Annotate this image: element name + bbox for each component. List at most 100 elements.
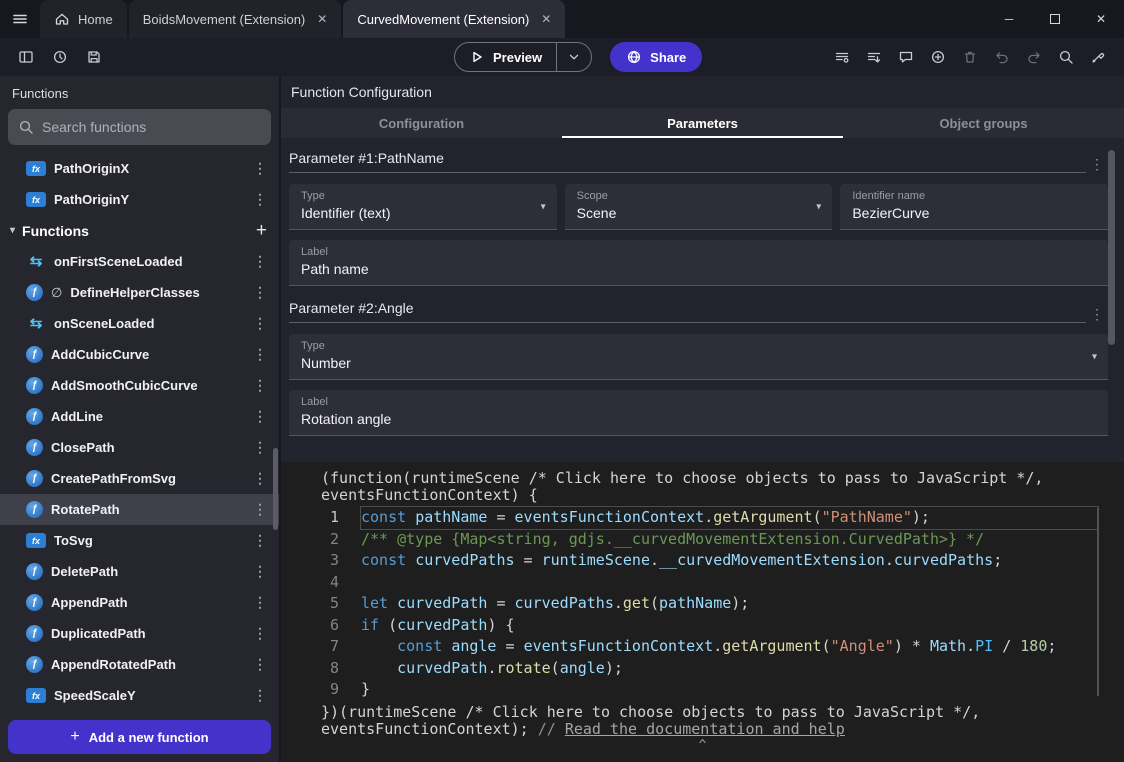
collapse-caret-icon[interactable]: ▾ [10, 225, 15, 236]
item-menu-button[interactable]: ⋮ [249, 315, 271, 332]
item-menu-button[interactable]: ⋮ [249, 377, 271, 394]
search-icon[interactable] [1052, 44, 1080, 70]
code-line-1[interactable]: 1const pathName = eventsFunctionContext.… [281, 507, 1124, 529]
parameter-heading-label: Parameter #2: [289, 300, 378, 316]
sidebar-item-addline[interactable]: ƒAddLine⋮ [0, 401, 279, 432]
sidebar-item-pathoriginy[interactable]: fxPathOriginY⋮ [0, 184, 279, 215]
parameter-menu-button[interactable]: ⋮ [1086, 156, 1108, 173]
functions-section-header: ▾ Functions + [0, 215, 279, 246]
parameter-name-field[interactable]: PathName [378, 150, 444, 166]
item-menu-button[interactable]: ⋮ [249, 532, 271, 549]
item-menu-button[interactable]: ⋮ [249, 253, 271, 270]
code-line-6[interactable]: 6if (curvedPath) { [281, 615, 1124, 637]
history-icon[interactable] [46, 44, 74, 70]
field-scope[interactable]: ScopeScene▾ [565, 184, 833, 230]
playlist-icon[interactable] [828, 44, 856, 70]
field-label[interactable]: LabelRotation angle [289, 390, 1108, 436]
sidebar-item-deletepath[interactable]: ƒDeletePath⋮ [0, 556, 279, 587]
sidebar-item-onfirstsceneloaded[interactable]: ⇆onFirstSceneLoaded⋮ [0, 246, 279, 277]
item-menu-button[interactable]: ⋮ [249, 470, 271, 487]
editor-scrollbar[interactable] [1097, 508, 1099, 696]
editor-expand-handle[interactable]: ^ [281, 738, 1124, 753]
theme-icon[interactable] [1084, 44, 1112, 70]
code-line-4[interactable]: 4 [281, 572, 1124, 594]
publish-icon[interactable] [860, 44, 888, 70]
undo-icon[interactable] [988, 44, 1016, 70]
chevron-down-icon[interactable]: ▾ [816, 201, 821, 212]
javascript-code-editor[interactable]: (function(runtimeScene /* Click here to … [281, 462, 1124, 762]
code-line-7[interactable]: 7 const angle = eventsFunctionContext.ge… [281, 636, 1124, 658]
item-menu-button[interactable]: ⋮ [249, 284, 271, 301]
sidebar-item-appendpath[interactable]: ƒAppendPath⋮ [0, 587, 279, 618]
menu-icon[interactable] [0, 0, 40, 38]
empty-set-icon: ∅ [51, 285, 62, 301]
maximize-button[interactable] [1032, 0, 1078, 38]
tab-curvedmovement-extension[interactable]: CurvedMovement (Extension)✕ [343, 0, 565, 38]
preview-options-chevron[interactable] [556, 43, 591, 71]
redo-icon[interactable] [1020, 44, 1048, 70]
item-menu-button[interactable]: ⋮ [249, 408, 271, 425]
documentation-link[interactable]: Read the documentation and help [565, 720, 845, 738]
code-line-5[interactable]: 5let curvedPath = curvedPaths.get(pathNa… [281, 593, 1124, 615]
add-function-plus-button[interactable]: + [256, 220, 267, 242]
tab-boidsmovement-extension[interactable]: BoidsMovement (Extension)✕ [129, 0, 342, 38]
code-line-2[interactable]: 2/** @type {Map<string, gdjs.__curvedMov… [281, 529, 1124, 551]
item-menu-button[interactable]: ⋮ [249, 191, 271, 208]
tab-home[interactable]: Home [40, 0, 127, 38]
field-type[interactable]: TypeNumber▾ [289, 334, 1108, 380]
preview-button[interactable]: Preview [455, 43, 556, 71]
sidebar-item-rotatepath[interactable]: ƒRotatePath⋮ [0, 494, 279, 525]
add-new-function-button[interactable]: + Add a new function [8, 720, 271, 754]
item-menu-button[interactable]: ⋮ [249, 656, 271, 673]
sidebar-item-speedscaley[interactable]: fxSpeedScaleY⋮ [0, 680, 279, 711]
item-menu-button[interactable]: ⋮ [249, 687, 271, 704]
item-menu-button[interactable]: ⋮ [249, 501, 271, 518]
parameter-menu-button[interactable]: ⋮ [1086, 306, 1108, 323]
sidebar-item-createpathfromsvg[interactable]: ƒCreatePathFromSvg⋮ [0, 463, 279, 494]
item-menu-button[interactable]: ⋮ [249, 563, 271, 580]
sidebar-item-addsmoothcubiccurve[interactable]: ƒAddSmoothCubicCurve⋮ [0, 370, 279, 401]
item-menu-button[interactable]: ⋮ [249, 160, 271, 177]
add-circle-icon[interactable] [924, 44, 952, 70]
config-scrollbar[interactable] [1108, 150, 1115, 345]
sidebar-item-tosvg[interactable]: fxToSvg⋮ [0, 525, 279, 556]
sidebar-item-onsceneloaded[interactable]: ⇆onSceneLoaded⋮ [0, 308, 279, 339]
sidebar-item-definehelperclasses[interactable]: ƒ∅DefineHelperClasses⋮ [0, 277, 279, 308]
trash-icon[interactable] [956, 44, 984, 70]
tab-parameters[interactable]: Parameters [562, 108, 843, 138]
code-lines[interactable]: 1const pathName = eventsFunctionContext.… [281, 507, 1124, 701]
code-line-3[interactable]: 3const curvedPaths = runtimeScene.__curv… [281, 550, 1124, 572]
code-line-8[interactable]: 8 curvedPath.rotate(angle); [281, 658, 1124, 680]
chevron-down-icon[interactable]: ▾ [541, 201, 546, 212]
line-number: 4 [281, 572, 361, 594]
section-label: Functions [22, 223, 89, 239]
field-identifier-name[interactable]: Identifier nameBezierCurve [840, 184, 1108, 230]
field-label[interactable]: LabelPath name [289, 240, 1108, 286]
item-menu-button[interactable]: ⋮ [249, 594, 271, 611]
chevron-down-icon[interactable]: ▾ [1092, 351, 1097, 362]
project-manager-icon[interactable] [12, 44, 40, 70]
tab-configuration[interactable]: Configuration [281, 108, 562, 138]
sidebar-item-pathoriginx[interactable]: fxPathOriginX⋮ [0, 153, 279, 184]
close-button[interactable]: ✕ [1078, 0, 1124, 38]
sidebar-item-closepath[interactable]: ƒClosePath⋮ [0, 432, 279, 463]
close-tab-icon[interactable]: ✕ [317, 12, 327, 26]
save-icon[interactable] [80, 44, 108, 70]
minimize-button[interactable]: ─ [986, 0, 1032, 38]
code-line-9[interactable]: 9} [281, 679, 1124, 701]
feedback-icon[interactable] [892, 44, 920, 70]
share-button[interactable]: Share [610, 42, 702, 72]
parameter-name-field[interactable]: Angle [378, 300, 414, 316]
sidebar-item-duplicatedpath[interactable]: ƒDuplicatedPath⋮ [0, 618, 279, 649]
search-functions-input[interactable] [42, 119, 261, 135]
sidebar-scrollbar[interactable] [273, 448, 278, 530]
parameter-heading: Parameter #2: Angle ⋮ [289, 300, 1108, 323]
item-menu-button[interactable]: ⋮ [249, 346, 271, 363]
item-menu-button[interactable]: ⋮ [249, 625, 271, 642]
field-type[interactable]: TypeIdentifier (text)▾ [289, 184, 557, 230]
sidebar-item-addcubiccurve[interactable]: ƒAddCubicCurve⋮ [0, 339, 279, 370]
item-menu-button[interactable]: ⋮ [249, 439, 271, 456]
close-tab-icon[interactable]: ✕ [541, 12, 551, 26]
sidebar-item-appendrotatedpath[interactable]: ƒAppendRotatedPath⋮ [0, 649, 279, 680]
tab-object-groups[interactable]: Object groups [843, 108, 1124, 138]
